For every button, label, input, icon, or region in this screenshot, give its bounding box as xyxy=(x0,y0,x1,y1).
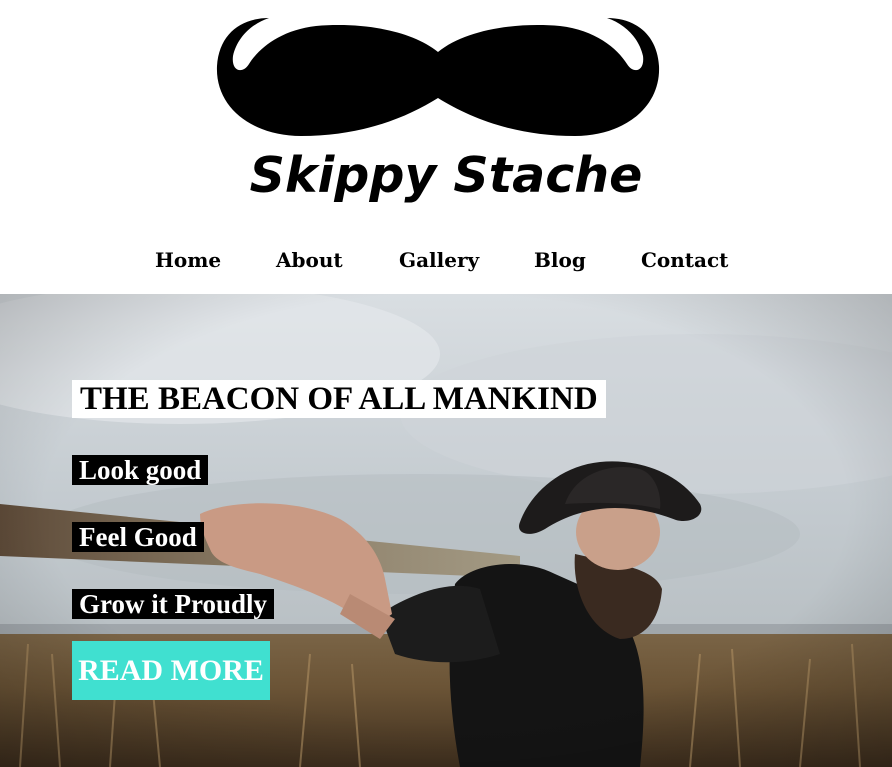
nav-about-link[interactable]: About xyxy=(276,246,343,274)
brand-name: Skippy Stache xyxy=(249,147,643,204)
site-header: Skippy Stache Home About Gallery Blog Co… xyxy=(0,0,892,294)
tagline-feel-good: Feel Good xyxy=(72,522,204,552)
nav-gallery-link[interactable]: Gallery xyxy=(399,246,479,274)
mustache-icon[interactable] xyxy=(215,12,661,140)
hero-banner: THE BEACON OF ALL MANKIND Look good Feel… xyxy=(0,294,892,767)
tagline-look-good: Look good xyxy=(72,455,209,485)
main-nav: Home About Gallery Blog Contact xyxy=(0,246,892,276)
nav-contact-link[interactable]: Contact xyxy=(641,246,728,274)
read-more-button[interactable]: READ MORE xyxy=(72,641,270,700)
tagline-grow-it-proudly: Grow it Proudly xyxy=(72,589,275,619)
nav-home-link[interactable]: Home xyxy=(155,246,221,274)
hero-headline: THE BEACON OF ALL MANKIND xyxy=(72,380,606,418)
nav-blog-link[interactable]: Blog xyxy=(534,246,586,274)
